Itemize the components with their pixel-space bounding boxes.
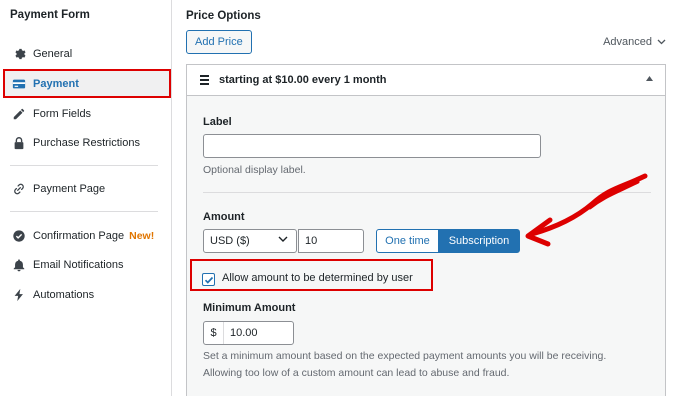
collapse-icon[interactable] — [646, 74, 653, 83]
label-heading: Label — [203, 116, 232, 128]
sidebar-item-label: Confirmation Page — [33, 230, 125, 242]
sidebar-item-confirmation-page[interactable]: Confirmation Page New! — [0, 223, 172, 249]
sidebar-item-label: Email Notifications — [33, 259, 124, 271]
sidebar-divider — [10, 165, 158, 166]
minimum-amount-heading: Minimum Amount — [203, 302, 296, 314]
sidebar-item-label: Purchase Restrictions — [33, 137, 140, 149]
sidebar-item-label: Payment Page — [33, 183, 106, 195]
payment-form-screen: Payment Form General Payment Form Fields… — [0, 0, 680, 396]
minimum-amount-field[interactable]: $ 10.00 — [203, 321, 294, 345]
drag-handle-icon[interactable] — [200, 75, 210, 85]
price-option-header[interactable]: starting at $10.00 every 1 month — [187, 65, 665, 96]
lock-icon — [12, 136, 26, 150]
sidebar-item-payment-page[interactable]: Payment Page — [0, 176, 172, 202]
sidebar-title: Payment Form — [10, 9, 90, 21]
minimum-amount-value: 10.00 — [230, 327, 258, 339]
allow-user-amount-checkbox[interactable] — [202, 273, 215, 286]
add-price-button[interactable]: Add Price — [186, 30, 252, 54]
advanced-toggle[interactable]: Advanced — [603, 36, 666, 48]
sidebar-item-email-notifications[interactable]: Email Notifications — [0, 252, 172, 278]
amount-heading: Amount — [203, 211, 245, 223]
section-title: Price Options — [186, 10, 261, 22]
sidebar-item-label: Automations — [33, 289, 95, 301]
label-input[interactable] — [203, 134, 541, 158]
sidebar-item-form-fields[interactable]: Form Fields — [0, 101, 172, 127]
minimum-amount-help-line-1: Set a minimum amount based on the expect… — [203, 350, 607, 362]
amount-input[interactable] — [298, 229, 364, 253]
sidebar-item-label: Payment — [33, 77, 79, 90]
sidebar-item-payment[interactable]: Payment — [3, 69, 171, 98]
check-circle-icon — [12, 229, 26, 243]
one-time-button[interactable]: One time — [376, 229, 439, 253]
link-icon — [12, 182, 26, 196]
new-badge: New! — [129, 230, 155, 242]
annotation-arrow-icon — [525, 173, 648, 247]
currency-value: USD ($) — [210, 235, 250, 247]
chevron-down-icon — [278, 234, 288, 244]
gear-icon — [12, 47, 26, 61]
credit-card-icon — [12, 77, 26, 91]
sidebar-item-general[interactable]: General — [0, 41, 172, 67]
allow-user-amount-label[interactable]: Allow amount to be determined by user — [222, 272, 413, 284]
label-help-text: Optional display label. — [203, 164, 306, 176]
advanced-label: Advanced — [603, 36, 652, 48]
currency-select[interactable]: USD ($) — [203, 229, 297, 253]
checkmark-icon — [204, 276, 213, 284]
sidebar-item-label: General — [33, 48, 73, 60]
minimum-amount-help-line-2: Allowing too low of a custom amount can … — [203, 367, 510, 379]
bolt-icon — [12, 288, 26, 302]
bell-icon — [12, 258, 26, 272]
sidebar-divider — [10, 211, 158, 212]
price-option-title: starting at $10.00 every 1 month — [219, 74, 387, 86]
pencil-icon — [12, 107, 26, 121]
subscription-button[interactable]: Subscription — [438, 229, 520, 253]
sidebar-item-automations[interactable]: Automations — [0, 282, 172, 308]
currency-symbol: $ — [204, 322, 224, 344]
sidebar: Payment Form General Payment Form Fields… — [0, 0, 172, 396]
sidebar-item-purchase-restrictions[interactable]: Purchase Restrictions — [0, 130, 172, 156]
chevron-down-icon — [657, 37, 666, 47]
sidebar-item-label: Form Fields — [33, 108, 92, 120]
